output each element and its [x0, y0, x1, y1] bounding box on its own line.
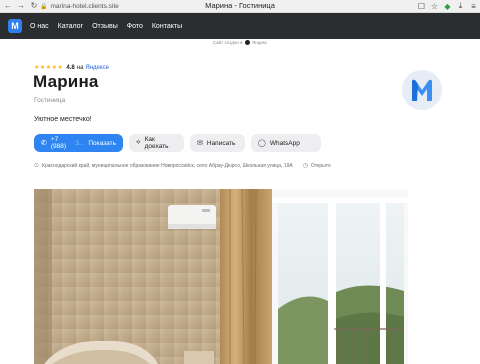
whatsapp-icon: ◯: [258, 140, 266, 147]
made-with-brand: Яндекс: [252, 40, 268, 45]
show-phone-label: Показать: [88, 139, 116, 147]
mail-icon: ✉: [197, 140, 203, 147]
route-label: Как доехать: [144, 136, 169, 150]
route-icon: ⟡: [136, 139, 141, 146]
map-pin-icon: ⊙: [34, 163, 40, 169]
phone-number: +7 (988): [50, 136, 67, 150]
nav-item-catalog[interactable]: Каталог: [58, 23, 83, 30]
arrow-right-icon[interactable]: →: [16, 1, 26, 11]
write-label: Написать: [206, 139, 236, 147]
reload-icon[interactable]: ↻: [29, 1, 39, 11]
rating-value: 4.8: [66, 64, 75, 71]
rating-source-link[interactable]: Яндексе: [85, 65, 109, 71]
hotel-category: Гостиница: [34, 97, 66, 104]
m-logo-icon: [402, 70, 442, 110]
arrow-left-icon[interactable]: ←: [3, 1, 13, 11]
page-title: Марина: [33, 72, 99, 91]
phone-button[interactable]: ✆ +7 (988) 3... Показать: [34, 134, 123, 152]
open-status[interactable]: Открыто: [311, 163, 331, 169]
lock-icon: 🔒: [40, 4, 48, 10]
browser-toolbar: ← → ↻ 🔒 marina-hotel.clients.site Марина…: [0, 0, 480, 13]
address-text[interactable]: Краснодарский край, муниципальное образо…: [42, 163, 293, 169]
url-text: marina-hotel.clients.site: [50, 3, 119, 10]
shield-icon[interactable]: ◆: [443, 1, 452, 11]
nav-item-reviews[interactable]: Отзывы: [92, 23, 118, 30]
phone-hidden-digits: 3...: [75, 139, 85, 147]
whatsapp-label: WhatsApp: [269, 139, 300, 147]
site-logo[interactable]: M: [8, 19, 22, 33]
made-with-prefix: Сайт создан в: [212, 40, 243, 45]
nav-item-contacts[interactable]: Контакты: [152, 23, 182, 30]
rating-block[interactable]: ★★★★★ 4.8 на Яндексе: [34, 64, 109, 72]
route-button[interactable]: ⟡ Как доехать: [129, 134, 184, 152]
nav-item-photos[interactable]: Фото: [127, 23, 143, 30]
site-navbar: M О нас Каталог Отзывы Фото Контакты: [0, 13, 480, 39]
yandex-logo-icon: [244, 40, 250, 46]
hotel-room-photo[interactable]: [34, 189, 408, 364]
nav-item-about[interactable]: О нас: [30, 23, 49, 30]
made-with-badge[interactable]: Сайт создан в Яндекс: [0, 40, 480, 46]
rating-on: на: [76, 64, 84, 71]
address-bar[interactable]: 🔒 marina-hotel.clients.site: [40, 2, 195, 11]
menu-icon[interactable]: ≡: [469, 1, 478, 11]
bookmark-icon[interactable]: ☐: [417, 1, 426, 11]
phone-icon: ✆: [41, 140, 47, 147]
write-button[interactable]: ✉ Написать: [190, 134, 245, 152]
hotel-tagline: Уютное местечко!: [34, 116, 92, 123]
rating-stars-icon: ★★★★★: [34, 65, 64, 71]
room-photo-image: [34, 189, 408, 364]
clock-icon: ◷: [302, 163, 308, 169]
download-icon[interactable]: ⤓: [456, 1, 465, 11]
address-line: ⊙ Краснодарский край, муниципальное обра…: [34, 162, 331, 170]
whatsapp-button[interactable]: ◯ WhatsApp: [251, 134, 321, 152]
hotel-logo: [402, 70, 442, 110]
star-icon[interactable]: ☆: [430, 1, 439, 11]
